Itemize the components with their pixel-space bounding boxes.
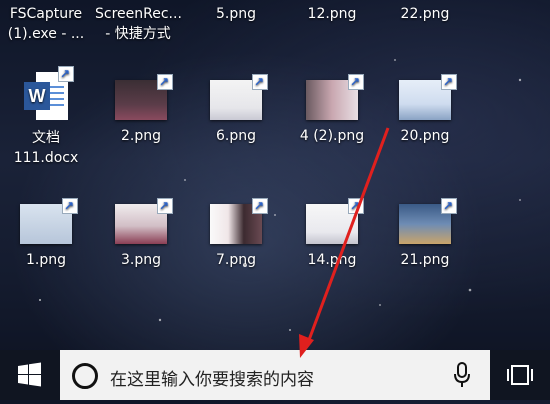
image-thumbnail-icon — [210, 196, 268, 244]
icon-label: 5.png — [215, 6, 256, 22]
icon-label: FSCapture — [9, 6, 83, 22]
image-thumbnail-icon — [20, 196, 78, 244]
image-thumbnail-icon — [115, 72, 173, 120]
desktop-icon-3png[interactable]: 3.png — [98, 196, 184, 270]
microphone-icon[interactable] — [452, 362, 472, 388]
desktop-icon-screenrec-shortcut[interactable]: ScreenRec... - 快捷方式 — [95, 4, 182, 44]
image-thumbnail-icon — [399, 196, 457, 244]
image-thumbnail-icon — [306, 72, 364, 120]
icon-label: 111.docx — [13, 150, 79, 166]
starfield-background — [39, 59, 522, 331]
icon-label: (1).exe - ... — [7, 26, 85, 42]
cortana-circle-icon[interactable] — [72, 363, 98, 389]
icon-label: 3.png — [120, 252, 161, 268]
shortcut-arrow-icon — [58, 64, 74, 84]
icon-label: 2.png — [120, 128, 161, 144]
image-thumbnail-icon — [306, 196, 364, 244]
shortcut-arrow-icon — [252, 72, 268, 92]
icon-label: ScreenRec... — [95, 6, 182, 22]
desktop-icon-fscapture[interactable]: FSCapture (1).exe - ... — [3, 4, 89, 44]
start-button[interactable] — [0, 350, 58, 400]
shortcut-arrow-icon — [62, 196, 78, 216]
desktop[interactable]: FSCapture (1).exe - ... ScreenRec... - 快… — [0, 0, 550, 350]
shortcut-arrow-icon — [348, 196, 364, 216]
image-thumbnail-icon — [115, 196, 173, 244]
desktop-icon-7png[interactable]: 7.png — [193, 196, 279, 270]
icon-label: - 快捷方式 — [105, 26, 171, 42]
desktop-icon-22png[interactable]: 22.png — [382, 4, 468, 24]
shortcut-arrow-icon — [157, 72, 173, 92]
desktop-icon-6png[interactable]: 6.png — [193, 72, 279, 146]
icon-label: 21.png — [400, 252, 450, 268]
desktop-icon-20png[interactable]: 20.png — [382, 72, 468, 146]
desktop-icon-21png[interactable]: 21.png — [382, 196, 468, 270]
search-placeholder: 在这里输入你要搜索的内容 — [110, 370, 314, 390]
icon-label: 14.png — [307, 252, 357, 268]
word-document-icon: W — [24, 64, 74, 124]
icon-label: 1.png — [25, 252, 66, 268]
shortcut-arrow-icon — [441, 196, 457, 216]
shortcut-arrow-icon — [348, 72, 364, 92]
icon-label: 20.png — [400, 128, 450, 144]
desktop-icon-12png[interactable]: 12.png — [289, 4, 375, 24]
image-thumbnail-icon — [210, 72, 268, 120]
desktop-icon-4-2png[interactable]: 4 (2).png — [289, 72, 375, 146]
icon-label: 6.png — [215, 128, 256, 144]
icon-label: 12.png — [307, 6, 357, 22]
desktop-icon-docx[interactable]: W 文档 111.docx — [3, 64, 89, 168]
icon-label: 4 (2).png — [299, 128, 365, 144]
icon-label: 7.png — [215, 252, 256, 268]
desktop-icon-1png[interactable]: 1.png — [3, 196, 89, 270]
shortcut-arrow-icon — [441, 72, 457, 92]
taskbar-search-box[interactable]: 在这里输入你要搜索的内容 — [60, 350, 490, 400]
desktop-icon-5png[interactable]: 5.png — [193, 4, 279, 24]
desktop-icon-14png[interactable]: 14.png — [289, 196, 375, 270]
taskbar: 在这里输入你要搜索的内容 — [0, 350, 550, 400]
windows-logo-icon — [18, 362, 41, 387]
shortcut-arrow-icon — [157, 196, 173, 216]
icon-label: 文档 — [32, 130, 60, 146]
task-view-icon[interactable] — [505, 362, 535, 388]
icon-label: 22.png — [400, 6, 450, 22]
shortcut-arrow-icon — [252, 196, 268, 216]
image-thumbnail-icon — [399, 72, 457, 120]
desktop-icon-2png[interactable]: 2.png — [98, 72, 184, 146]
